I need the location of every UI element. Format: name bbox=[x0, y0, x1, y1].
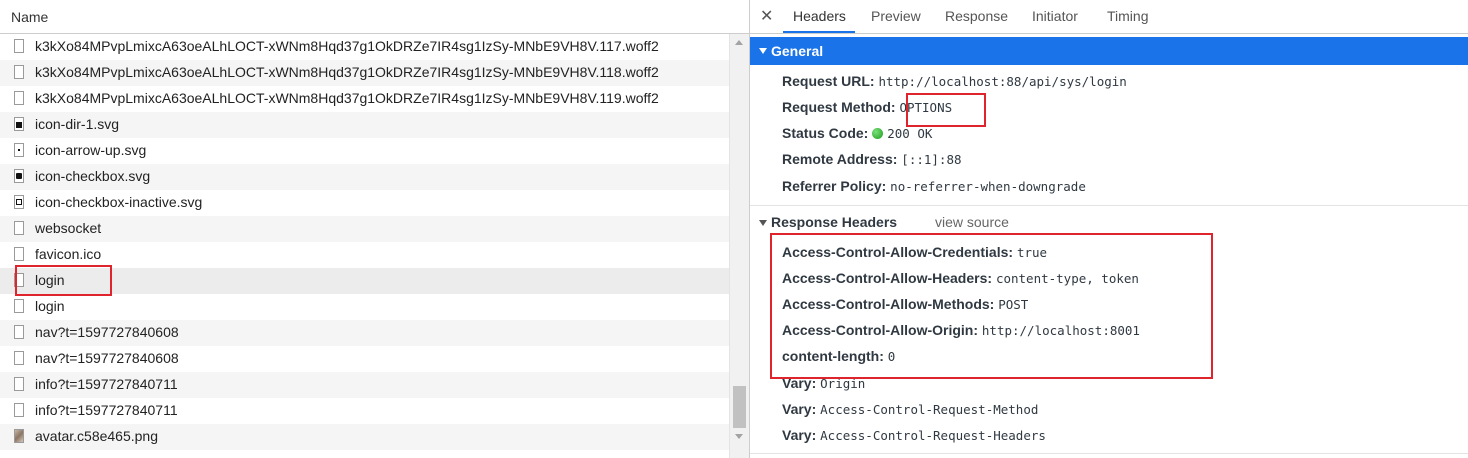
request-name: icon-checkbox-inactive.svg bbox=[35, 194, 203, 210]
request-row[interactable]: icon-checkbox.svg bbox=[0, 164, 729, 190]
request-name: icon-arrow-up.svg bbox=[35, 142, 147, 158]
header-key: Vary: bbox=[782, 401, 817, 417]
general-section-header[interactable]: General bbox=[750, 37, 1468, 65]
file-icon bbox=[14, 91, 24, 105]
request-details-pane: ✕ Headers Preview Response Initiator Tim… bbox=[750, 0, 1468, 458]
section-divider bbox=[750, 205, 1468, 206]
remote-address-row: Remote Address: [::1]:88 bbox=[782, 151, 962, 167]
tab-preview[interactable]: Preview bbox=[871, 8, 921, 24]
request-row[interactable]: nav?t=1597727840608 bbox=[0, 346, 729, 372]
header-value: Access-Control-Request-Headers bbox=[820, 428, 1046, 443]
section-divider bbox=[750, 453, 1468, 454]
request-row[interactable]: icon-checkbox-inactive.svg bbox=[0, 190, 729, 216]
svg-checkbox-inactive-icon bbox=[14, 195, 24, 209]
scrollbar-thumb[interactable] bbox=[733, 386, 746, 428]
request-list: k3kXo84MPvpLmixcA63oeALhLOCT-xWNm8Hqd37g… bbox=[0, 34, 729, 458]
request-name: icon-dir-1.svg bbox=[35, 116, 120, 132]
header-value: Access-Control-Request-Method bbox=[820, 402, 1039, 417]
svg-dir-icon bbox=[14, 117, 24, 131]
request-name: info?t=1597727840711 bbox=[35, 402, 178, 418]
request-row[interactable]: icon-dir-1.svg bbox=[0, 112, 729, 138]
file-icon bbox=[14, 65, 24, 79]
file-icon bbox=[14, 299, 24, 313]
collapse-triangle-icon bbox=[759, 220, 767, 226]
request-row[interactable]: info?t=1597727840711 bbox=[0, 398, 729, 424]
highlight-box-login bbox=[15, 265, 112, 296]
response-headers-title: Response Headers bbox=[771, 214, 898, 230]
file-icon bbox=[14, 247, 24, 261]
general-title: General bbox=[771, 43, 824, 59]
remote-address-value: [::1]:88 bbox=[901, 152, 962, 167]
request-row[interactable]: websocket bbox=[0, 216, 729, 242]
request-row[interactable]: avatar.c58e465.png bbox=[0, 424, 729, 450]
request-url-value: http://localhost:88/api/sys/login bbox=[878, 74, 1127, 89]
status-code-label: Status Code: bbox=[782, 125, 869, 141]
request-row[interactable]: k3kXo84MPvpLmixcA63oeALhLOCT-xWNm8Hqd37g… bbox=[0, 34, 729, 60]
referrer-policy-label: Referrer Policy: bbox=[782, 178, 887, 194]
request-name: icon-checkbox.svg bbox=[35, 168, 151, 184]
request-method-label: Request Method: bbox=[782, 99, 896, 115]
request-name: avatar.c58e465.png bbox=[35, 428, 158, 444]
response-header-row: Vary: Access-Control-Request-Headers bbox=[782, 427, 1046, 443]
response-headers-section-header[interactable]: Response Headers view source bbox=[750, 214, 1468, 234]
referrer-policy-value: no-referrer-when-downgrade bbox=[890, 179, 1086, 194]
request-name: websocket bbox=[35, 220, 102, 236]
request-row[interactable]: login bbox=[0, 294, 729, 320]
request-name: favicon.ico bbox=[35, 246, 102, 262]
request-name: k3kXo84MPvpLmixcA63oeALhLOCT-xWNm8Hqd37g… bbox=[35, 38, 659, 54]
details-tab-bar: ✕ Headers Preview Response Initiator Tim… bbox=[750, 0, 1468, 34]
scroll-up-icon[interactable] bbox=[735, 40, 743, 45]
image-icon bbox=[14, 429, 24, 443]
request-row[interactable]: nav?t=1597727840608 bbox=[0, 320, 729, 346]
file-icon bbox=[14, 403, 24, 417]
file-icon bbox=[14, 221, 24, 235]
status-code-row: Status Code: 200 OK bbox=[782, 125, 932, 141]
request-name: info?t=1597727840711 bbox=[35, 376, 178, 392]
file-icon bbox=[14, 377, 24, 391]
header-key: Vary: bbox=[782, 427, 817, 443]
highlight-box-cors-headers bbox=[770, 233, 1213, 379]
request-name: k3kXo84MPvpLmixcA63oeALhLOCT-xWNm8Hqd37g… bbox=[35, 64, 659, 80]
request-name: k3kXo84MPvpLmixcA63oeALhLOCT-xWNm8Hqd37g… bbox=[35, 90, 659, 106]
tab-headers[interactable]: Headers bbox=[793, 8, 846, 24]
active-tab-indicator bbox=[783, 31, 855, 33]
status-code-value: 200 OK bbox=[887, 126, 933, 141]
request-row[interactable]: icon-arrow-up.svg bbox=[0, 138, 729, 164]
name-column-label: Name bbox=[11, 9, 49, 25]
file-icon bbox=[14, 325, 24, 339]
request-url-label: Request URL: bbox=[782, 73, 875, 89]
svg-checkbox-icon bbox=[14, 169, 24, 183]
status-ok-icon bbox=[872, 128, 884, 139]
remote-address-label: Remote Address: bbox=[782, 151, 898, 167]
request-url-row: Request URL: http://localhost:88/api/sys… bbox=[782, 73, 1127, 89]
request-row[interactable]: info?t=1597727840711 bbox=[0, 372, 729, 398]
name-column-header[interactable]: Name bbox=[0, 0, 749, 34]
request-name: login bbox=[35, 298, 65, 314]
collapse-triangle-icon bbox=[759, 48, 767, 54]
tab-timing[interactable]: Timing bbox=[1107, 8, 1149, 24]
tab-response[interactable]: Response bbox=[945, 8, 1008, 24]
request-row[interactable]: k3kXo84MPvpLmixcA63oeALhLOCT-xWNm8Hqd37g… bbox=[0, 60, 729, 86]
request-row[interactable]: k3kXo84MPvpLmixcA63oeALhLOCT-xWNm8Hqd37g… bbox=[0, 86, 729, 112]
close-icon[interactable]: ✕ bbox=[760, 6, 773, 26]
referrer-policy-row: Referrer Policy: no-referrer-when-downgr… bbox=[782, 178, 1086, 194]
scroll-down-icon[interactable] bbox=[735, 434, 743, 439]
file-icon bbox=[14, 351, 24, 365]
request-name: nav?t=1597727840608 bbox=[35, 324, 179, 340]
request-list-pane: Name k3kXo84MPvpLmixcA63oeALhLOCT-xWNm8H… bbox=[0, 0, 749, 458]
request-name: nav?t=1597727840608 bbox=[35, 350, 179, 366]
svg-arrow-icon bbox=[14, 143, 24, 157]
tab-initiator[interactable]: Initiator bbox=[1032, 8, 1078, 24]
file-icon bbox=[14, 39, 24, 53]
vertical-scrollbar[interactable] bbox=[729, 34, 749, 458]
view-source-link[interactable]: view source bbox=[935, 214, 1009, 230]
highlight-box-method bbox=[906, 93, 986, 127]
response-header-row: Vary: Access-Control-Request-Method bbox=[782, 401, 1038, 417]
